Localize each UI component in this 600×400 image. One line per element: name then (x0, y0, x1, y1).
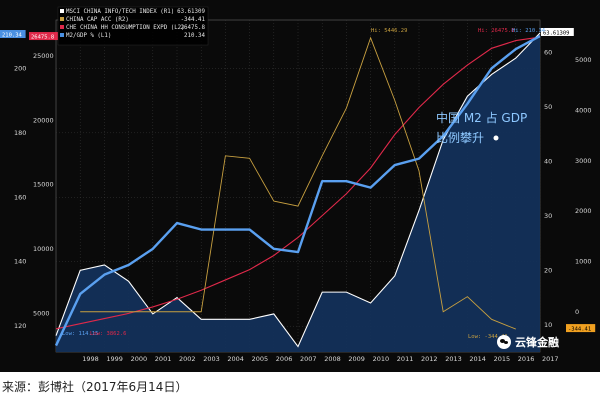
right-axis-1-tick: 40 (544, 158, 552, 166)
x-axis-tick-2011: 2011 (397, 355, 414, 363)
chart-note-line-2: 比例攀升 (436, 131, 484, 145)
left-axis-2-last-value-tag: 26475.8 (31, 35, 54, 41)
left-axis-1-tick: 160 (14, 193, 26, 201)
legend-value-0: 63.61309 (177, 9, 205, 15)
left-axis-1-tick: 140 (14, 258, 26, 266)
annotation-hi-cap: Hi: 5446.29 (371, 28, 407, 34)
x-axis-tick-2013: 2013 (445, 355, 462, 363)
x-axis-tick-2012: 2012 (421, 355, 438, 363)
watermark-text: 云锋金融 (515, 336, 559, 349)
legend-swatch-2 (60, 25, 64, 29)
x-axis-tick-1999: 1999 (106, 355, 123, 363)
left-axis-1-last-value-tag: 210.34 (2, 33, 23, 39)
right-axis-2-tick: 1000 (575, 257, 592, 265)
legend-value-1: -344.41 (181, 17, 206, 23)
legend-label-0: MSCI CHINA INFO/TECH INDEX (R1) (66, 9, 174, 15)
legend-label-3: M2/GDP % (L1) (66, 33, 111, 39)
right-axis-1-tick: 10 (544, 321, 552, 329)
left-axis-2-tick: 25000 (33, 52, 54, 60)
x-axis-tick-2000: 2000 (131, 355, 148, 363)
legend-value-2: 26475.8 (181, 25, 206, 31)
right-axis-1-last-value-tag: 63.61309 (543, 30, 570, 36)
x-axis-tick-2003: 2003 (203, 355, 220, 363)
right-axis-1-tick: 30 (544, 212, 552, 220)
legend-value-3: 210.34 (184, 33, 205, 39)
legend-swatch-3 (60, 33, 64, 37)
x-axis-tick-1998: 1998 (82, 355, 99, 363)
annotation-hi-m2: Hi: 210.34 (512, 28, 546, 34)
left-axis-1-tick: 200 (14, 64, 26, 72)
x-axis-tick-2017: 2017 (542, 355, 559, 363)
left-axis-2-tick: 5000 (33, 309, 50, 317)
annotation-low-consumption: Low: 3862.6 (90, 331, 126, 337)
right-axis-2-tick: 3000 (575, 157, 592, 165)
x-axis-tick-2002: 2002 (179, 355, 196, 363)
right-axis-2-last-value-tag: -344.41 (568, 327, 591, 333)
right-axis-2-tick: 0 (575, 308, 579, 316)
right-axis-2-tick: 4000 (575, 107, 592, 115)
x-axis-tick-2007: 2007 (300, 355, 317, 363)
annotation-hi-consumption: Hi: 26475.8 (478, 28, 514, 34)
x-axis-tick-2008: 2008 (324, 355, 341, 363)
source-caption: 来源：彭博社（2017年6月14日） (2, 380, 188, 394)
right-axis-1-tick: 20 (544, 266, 552, 274)
chart-svg: 1201401601802005000100001500020000250001… (0, 6, 596, 363)
legend-swatch-0 (60, 9, 64, 13)
x-axis-tick-2014: 2014 (469, 355, 486, 363)
chart-screenshot: 120 140 160 180 200 5000 10000 15000 20000 25000 1… (0, 0, 600, 372)
x-axis-tick-2004: 2004 (227, 355, 244, 363)
x-axis-tick-2010: 2010 (373, 355, 390, 363)
x-axis-tick-2009: 2009 (348, 355, 365, 363)
chart-note-line-1: 中国 M2 占 GDP (436, 110, 527, 125)
left-axis-2-tick: 15000 (33, 181, 54, 189)
x-axis-tick-2006: 2006 (276, 355, 293, 363)
left-axis-1-tick: 120 (14, 322, 26, 330)
x-axis-tick-2016: 2016 (518, 355, 535, 363)
cloud-logo-icon (497, 335, 511, 349)
right-axis-1-tick: 60 (544, 49, 552, 57)
legend-swatch-1 (60, 17, 64, 21)
watermark: 云锋金融 (497, 334, 559, 350)
x-axis-tick-2005: 2005 (252, 355, 269, 363)
x-axis-tick-2015: 2015 (494, 355, 511, 363)
chart-note-dot (493, 135, 499, 141)
x-axis-tick-2001: 2001 (155, 355, 172, 363)
left-axis-1-tick: 180 (14, 129, 26, 137)
legend-label-1: CHINA CAP ACC (R2) (66, 17, 129, 23)
legend-label-2: CHE CHINA HH CONSUMPTION EXPD (L2) (66, 25, 185, 31)
left-axis-2-tick: 10000 (33, 245, 54, 253)
right-axis-1-tick: 50 (544, 103, 552, 111)
right-axis-2-tick: 5000 (575, 56, 592, 64)
right-axis-2-tick: 2000 (575, 207, 592, 215)
left-axis-2-tick: 20000 (33, 116, 54, 124)
